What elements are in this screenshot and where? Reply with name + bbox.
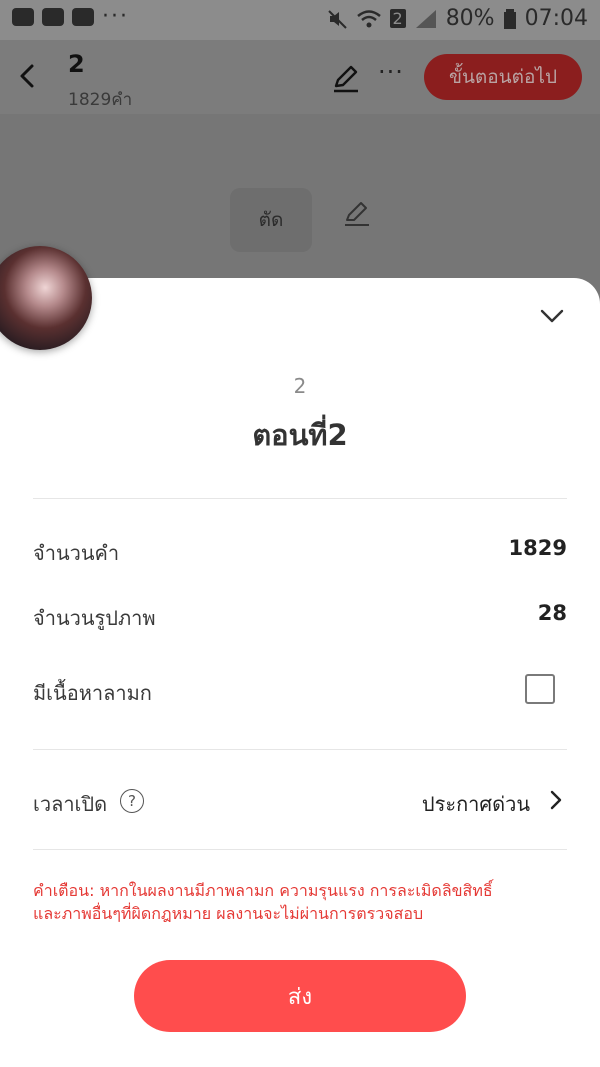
more-dots-icon: ··· (102, 4, 129, 29)
adult-content-label: มีเนื้อหาลามก (33, 681, 152, 705)
publish-time-label: เวลาเปิด (33, 792, 108, 816)
battery-percent: 80% (445, 6, 495, 31)
divider (33, 849, 567, 850)
clock: 07:04 (524, 6, 588, 31)
edit-pencil-icon[interactable] (330, 62, 362, 94)
mute-icon (327, 9, 347, 29)
page-title: 2 (68, 50, 85, 78)
publish-time-value[interactable]: ประกาศด่วน (422, 788, 530, 820)
chevron-down-icon[interactable] (536, 300, 568, 332)
warning-line: คำเตือน: หากในผลงานมีภาพลามก ความรุนแรง … (33, 881, 493, 900)
more-options-icon[interactable]: ··· (378, 58, 404, 86)
status-bar: ··· 2 80% 07:04 (0, 0, 600, 40)
help-icon[interactable]: ? (120, 789, 144, 813)
battery-icon (503, 8, 516, 29)
pen-icon[interactable] (342, 198, 372, 228)
warning-text: คำเตือน: หากในผลงานมีภาพลามก ความรุนแรง … (33, 879, 573, 925)
wifi-icon (356, 9, 381, 27)
chevron-right-icon[interactable] (546, 788, 566, 812)
image-count-label: จำนวนรูปภาพ (33, 606, 156, 630)
word-count-value: 1829 (508, 536, 567, 560)
next-step-button[interactable]: ขั้นตอนต่อไป (424, 54, 582, 100)
word-count-subtitle: 1829คำ (68, 90, 133, 110)
youtube-icon (72, 8, 94, 26)
word-count-label: จำนวนคำ (33, 541, 120, 565)
cut-button[interactable]: ตัด (230, 188, 312, 252)
divider (33, 749, 567, 750)
sim-badge: 2 (389, 9, 406, 28)
app-icon (12, 8, 34, 26)
send-button[interactable]: ส่ง (134, 960, 466, 1032)
warning-line: และภาพอื่นๆที่ผิดกฎหมาย ผลงานจะไม่ผ่านกา… (33, 904, 424, 923)
signal-icon (415, 9, 436, 28)
episode-number: 2 (293, 374, 307, 398)
adult-content-checkbox[interactable] (525, 674, 555, 704)
back-arrow-icon[interactable] (10, 56, 46, 96)
episode-title: ตอนที่2 (252, 418, 348, 452)
divider (33, 498, 567, 499)
app-bar: 2 1829คำ ··· ขั้นตอนต่อไป (0, 40, 600, 114)
image-count-value: 28 (537, 601, 567, 625)
youtube-icon (42, 8, 64, 26)
